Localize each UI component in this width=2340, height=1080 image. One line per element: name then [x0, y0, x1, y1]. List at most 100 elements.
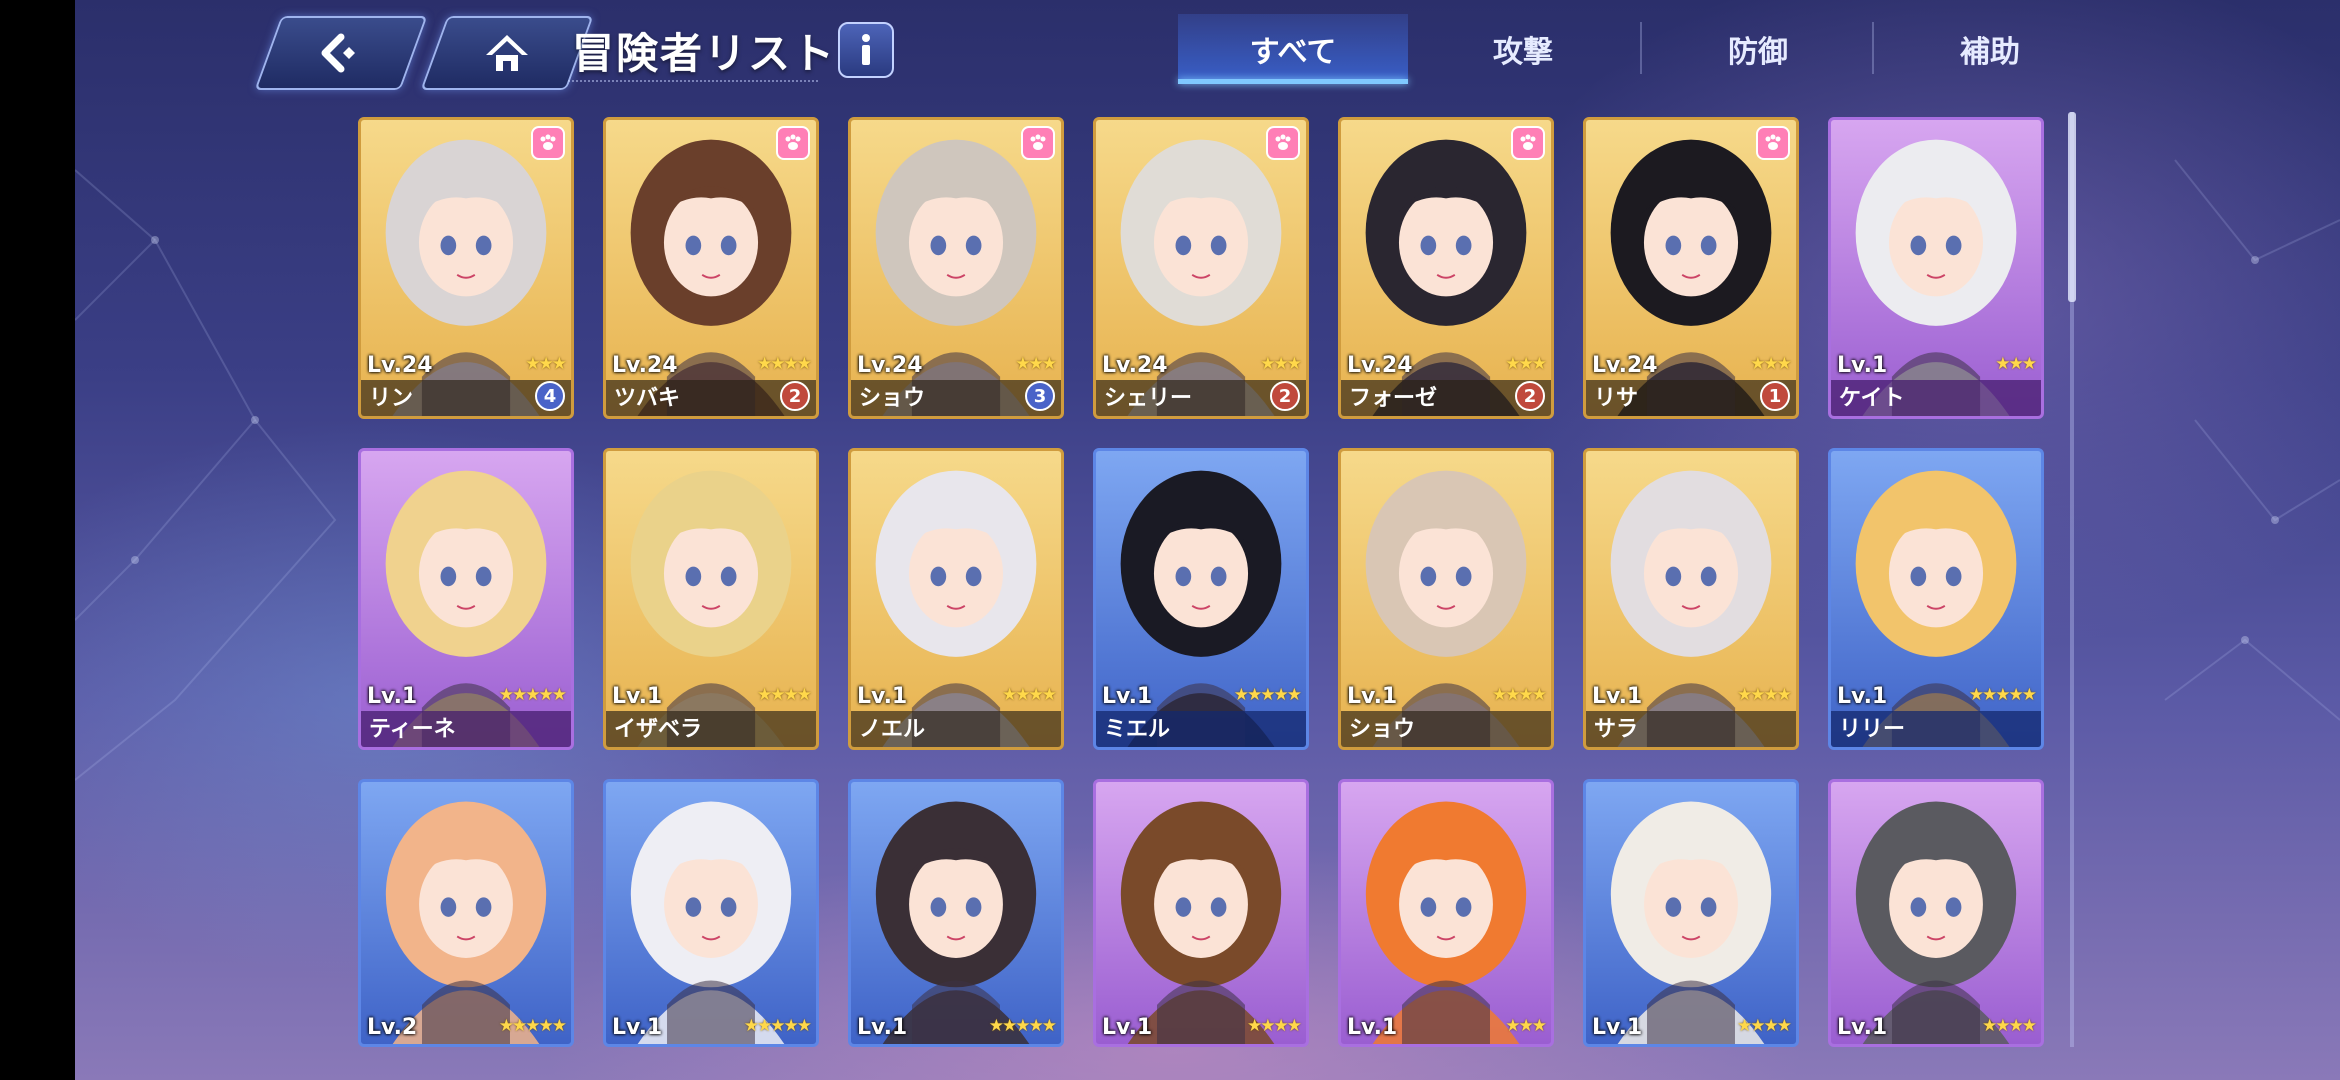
star-rating: ★★★★ [1737, 685, 1792, 705]
adventurer-card[interactable]: Lv.1 ★★★ [1338, 779, 1554, 1047]
card-level: Lv.1 [367, 684, 418, 709]
card-level: Lv.24 [1592, 353, 1658, 378]
paw-icon [1266, 126, 1300, 160]
count-badge: 2 [1515, 381, 1545, 411]
adventurer-card[interactable]: Lv.1 ★★★★ ノエル [848, 448, 1064, 750]
card-level: Lv.1 [1347, 1015, 1398, 1040]
card-level: Lv.1 [1347, 684, 1398, 709]
adventurer-card[interactable]: Lv.24 ★★★ リサ 1 [1583, 117, 1799, 419]
card-name: ミエル [1104, 717, 1171, 742]
star-rating: ★★★ [1015, 354, 1057, 374]
home-icon [486, 35, 528, 71]
star-rating: ★★★ [1505, 354, 1547, 374]
adventurer-card[interactable]: Lv.1 ★★★★ イザベラ [603, 448, 819, 750]
adventurer-card[interactable]: Lv.1 ★★★★★ ティーネ [358, 448, 574, 750]
card-level: Lv.1 [612, 1015, 663, 1040]
back-arrow-icon [321, 33, 355, 73]
page-title: 冒険者リスト [572, 29, 837, 78]
count-badge: 2 [780, 381, 810, 411]
adventurer-card[interactable]: Lv.2 ★★★★★ [358, 779, 574, 1047]
adventurer-card[interactable]: Lv.1 ★★★★ ショウ [1338, 448, 1554, 750]
card-level: Lv.24 [857, 353, 923, 378]
star-rating: ★★★ [525, 354, 567, 374]
paw-icon [1511, 126, 1545, 160]
paw-icon [1756, 126, 1790, 160]
card-level: Lv.1 [1837, 684, 1888, 709]
card-name: ティーネ [369, 717, 456, 742]
count-badge: 1 [1760, 381, 1790, 411]
title-underline [568, 78, 818, 82]
card-level: Lv.1 [857, 1015, 908, 1040]
star-rating: ★★★★ [757, 354, 812, 374]
card-level: Lv.1 [1837, 353, 1888, 378]
star-rating: ★★★★ [757, 685, 812, 705]
star-rating: ★★★★★ [1233, 685, 1302, 705]
card-level: Lv.24 [1347, 353, 1413, 378]
info-button[interactable] [838, 22, 894, 78]
adventurer-card[interactable]: Lv.1 ★★★★ [1093, 779, 1309, 1047]
card-level: Lv.1 [857, 684, 908, 709]
character-portrait [1610, 801, 1772, 1044]
paw-icon [776, 126, 810, 160]
card-level: Lv.1 [1592, 684, 1643, 709]
card-name: ケイト [1839, 386, 1905, 411]
card-level: Lv.1 [1837, 1015, 1888, 1040]
star-rating: ★★★★★ [743, 1016, 812, 1036]
adventurer-card[interactable]: Lv.1 ★★★★★ ミエル [1093, 448, 1309, 750]
card-level: Lv.1 [1102, 1015, 1153, 1040]
adventurer-card[interactable]: Lv.1 ★★★★★ [848, 779, 1064, 1047]
info-icon [862, 34, 870, 65]
character-portrait [1365, 801, 1527, 1044]
adventurer-card[interactable]: Lv.24 ★★★ リン 4 [358, 117, 574, 419]
star-rating: ★★★ [1260, 354, 1302, 374]
tab-defense[interactable]: 防御 [1643, 14, 1873, 84]
character-portrait [1855, 801, 2017, 1044]
star-rating: ★★★★ [1002, 685, 1057, 705]
count-badge: 2 [1270, 381, 1300, 411]
card-name: リサ [1594, 386, 1639, 411]
adventurer-card[interactable]: Lv.24 ★★★ シェリー 2 [1093, 117, 1309, 419]
adventurer-card[interactable]: Lv.1 ★★★★ [1828, 779, 2044, 1047]
character-portrait [1120, 801, 1282, 1044]
star-rating: ★★★★★ [498, 1016, 567, 1036]
tab-all[interactable]: すべて [1178, 14, 1408, 84]
card-level: Lv.1 [1102, 684, 1153, 709]
character-portrait [875, 801, 1037, 1044]
card-level: Lv.1 [1592, 1015, 1643, 1040]
adventurer-card[interactable]: Lv.1 ★★★★★ [603, 779, 819, 1047]
scrollbar-thumb[interactable] [2068, 112, 2076, 302]
adventurer-card[interactable]: Lv.24 ★★★ フォーゼ 2 [1338, 117, 1554, 419]
star-rating: ★★★ [1750, 354, 1792, 374]
adventurer-card[interactable]: Lv.24 ★★★ ショウ 3 [848, 117, 1064, 419]
adventurer-card[interactable]: Lv.1 ★★★★★ リリー [1828, 448, 2044, 750]
count-badge: 3 [1025, 381, 1055, 411]
star-rating: ★★★★★ [1968, 685, 2037, 705]
card-name: サラ [1594, 717, 1639, 742]
card-name: イザベラ [614, 717, 703, 742]
card-name: リリー [1839, 717, 1906, 742]
tab-attack[interactable]: 攻撃 [1408, 14, 1638, 84]
star-rating: ★★★★★ [988, 1016, 1057, 1036]
star-rating: ★★★★ [1737, 1016, 1792, 1036]
card-level: Lv.24 [367, 353, 433, 378]
card-level: Lv.24 [612, 353, 678, 378]
adventurer-card[interactable]: Lv.1 ★★★★ サラ [1583, 448, 1799, 750]
count-badge: 4 [535, 381, 565, 411]
back-button[interactable] [254, 16, 428, 90]
adventurer-card[interactable]: Lv.24 ★★★★ ツバキ 2 [603, 117, 819, 419]
card-name: リン [369, 386, 414, 411]
category-tabs: すべて 攻撃 防御 補助 [1178, 14, 2108, 84]
star-rating: ★★★ [1505, 1016, 1547, 1036]
card-name: シェリー [1104, 386, 1193, 411]
adventurer-card[interactable]: Lv.1 ★★★ ケイト [1828, 117, 2044, 419]
card-name: ショウ [859, 386, 926, 411]
card-level: Lv.2 [367, 1015, 418, 1040]
tab-support[interactable]: 補助 [1875, 14, 2105, 84]
left-screen-edge [0, 0, 75, 1080]
star-rating: ★★★★ [1247, 1016, 1302, 1036]
tab-divider [1640, 22, 1642, 74]
card-name: ツバキ [614, 386, 681, 411]
adventurer-card[interactable]: Lv.1 ★★★★ [1583, 779, 1799, 1047]
character-portrait [630, 801, 792, 1044]
card-name: ショウ [1349, 717, 1416, 742]
